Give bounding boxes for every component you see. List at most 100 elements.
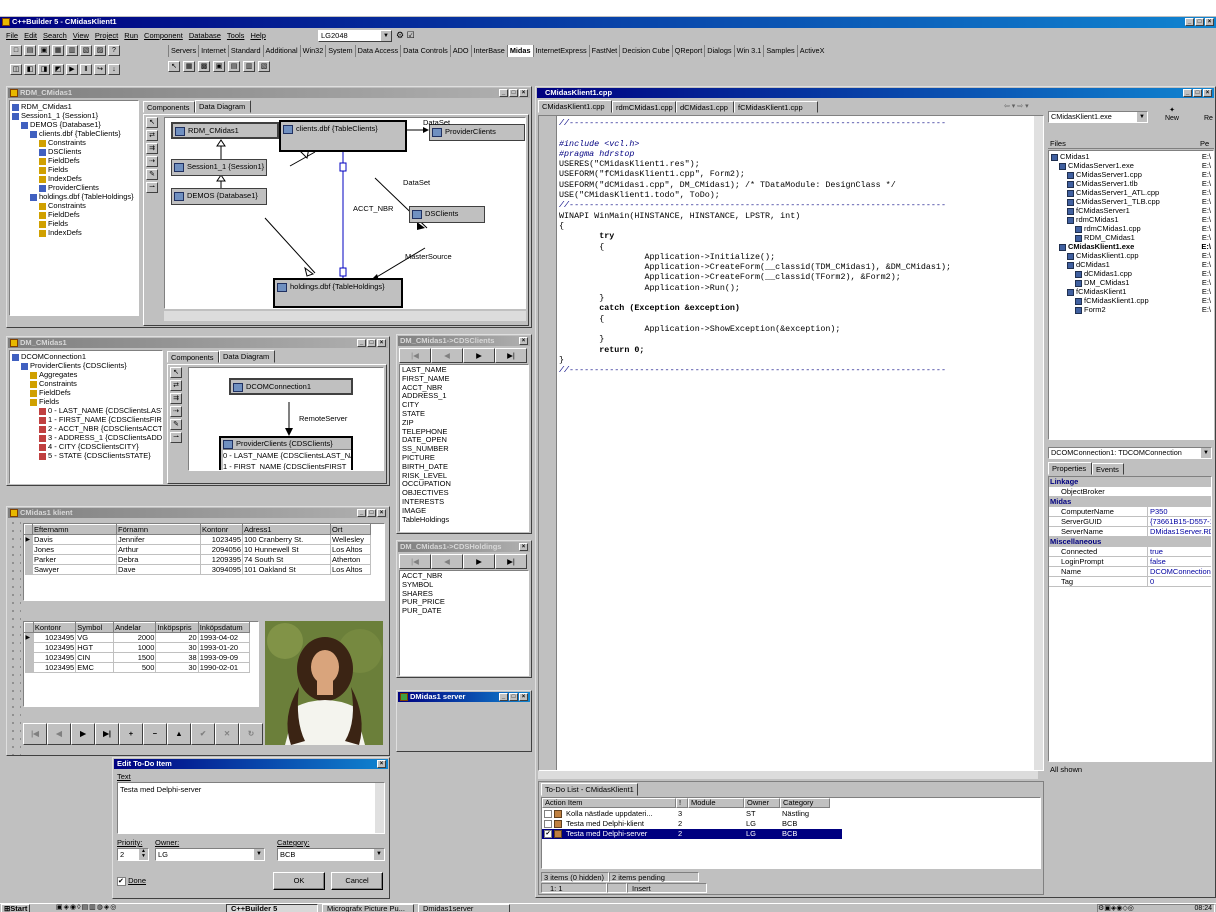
- code-text[interactable]: //--------------------------------------…: [559, 118, 951, 375]
- grid-column-header[interactable]: Symbol: [75, 622, 115, 633]
- project-node[interactable]: fCMidasKlient1.cpp E:\: [1051, 296, 1211, 305]
- grid-column-header[interactable]: Ort: [330, 524, 371, 535]
- tree-node[interactable]: Session1_1 {Session1}: [12, 111, 136, 120]
- close-button[interactable]: ×: [519, 89, 528, 97]
- project-node[interactable]: CMidasServer1.exe E:\: [1051, 161, 1211, 170]
- tab-events[interactable]: Events: [1092, 463, 1124, 475]
- taskbar-button-cbuilder[interactable]: C++Builder 5: [226, 904, 318, 912]
- ok-button[interactable]: OK: [273, 872, 325, 890]
- property-category[interactable]: Midas: [1049, 497, 1211, 507]
- tree-node[interactable]: clients.dbf {TableClients}: [12, 129, 136, 138]
- pointer-icon[interactable]: ↖: [146, 117, 158, 128]
- table-row[interactable]: 1023495 HGT 1000 30 1993-01-20: [24, 642, 251, 653]
- grid-cell[interactable]: 1023495: [33, 632, 77, 643]
- property-value[interactable]: P350: [1147, 507, 1211, 517]
- close-button[interactable]: ×: [1203, 89, 1212, 97]
- step-icon[interactable]: ↪: [94, 64, 106, 75]
- close-button[interactable]: ×: [1205, 18, 1214, 26]
- tab-rdmcmidas1-cpp[interactable]: rdmCMidas1.cpp: [612, 101, 676, 113]
- priority-spin[interactable]: 2 ▲ ▼: [117, 848, 149, 861]
- close-button[interactable]: ×: [377, 339, 386, 347]
- start-button[interactable]: ⊞Start: [1, 904, 31, 912]
- minimize-button[interactable]: _: [357, 339, 366, 347]
- grid-cell[interactable]: 10 Hunnewell St: [242, 544, 331, 555]
- field-item[interactable]: ADDRESS_1: [402, 392, 526, 401]
- toggle-icon[interactable]: ◨: [38, 64, 50, 75]
- table-row[interactable]: ▶ Davis Jennifer 1023495 100 Cranberry St. We…: [24, 534, 371, 545]
- palette-tab-qreport[interactable]: QReport: [671, 45, 705, 57]
- grid-cell[interactable]: 1209395: [200, 554, 243, 565]
- property-link-icon[interactable]: ⇄: [146, 130, 158, 141]
- project-node[interactable]: dCMidas1 E:\: [1051, 260, 1211, 269]
- grid-cell[interactable]: 2094056: [200, 544, 243, 555]
- checkbox-checked-icon[interactable]: ✔: [544, 830, 552, 838]
- dm-diagram-canvas[interactable]: DCOMConnection1 RemoteServer ProviderCli…: [188, 367, 384, 471]
- code-hscroll[interactable]: [538, 771, 1038, 779]
- minimize-button[interactable]: _: [499, 89, 508, 97]
- tree-node[interactable]: Fields: [12, 397, 160, 406]
- rdm-object-tree[interactable]: RDM_CMidas1 Session1_1 {Session1} DEMOS {D…: [9, 100, 139, 316]
- field-item[interactable]: PUR_DATE: [402, 606, 526, 616]
- open-icon[interactable]: ▤: [24, 45, 36, 56]
- rdm-box-clients[interactable]: clients.dbf {TableClients}: [279, 120, 407, 152]
- menu-item-search[interactable]: Search: [43, 29, 67, 43]
- checkbox-icon[interactable]: [544, 810, 552, 818]
- comment-icon[interactable]: ✎: [146, 169, 158, 180]
- project-node[interactable]: fCMidasServer1 E:\: [1051, 206, 1211, 215]
- grid-cell[interactable]: 30: [155, 642, 199, 653]
- grid-column-header[interactable]: Efternamn: [32, 524, 117, 535]
- pointer-icon[interactable]: ↖: [168, 61, 180, 72]
- cds-clients-field-list[interactable]: LAST_NAME FIRST_NAME ACCT_NBR ADDRESS_1 CITY…: [399, 364, 529, 532]
- nav-button-9[interactable]: ↻: [239, 723, 263, 745]
- palette-tab-samples[interactable]: Samples: [763, 45, 796, 57]
- open-project-icon[interactable]: ▥: [66, 45, 78, 56]
- inspector-combo[interactable]: DCOMConnection1: TDCOMConnection ▼: [1048, 447, 1212, 459]
- tree-node[interactable]: FieldDefs: [12, 388, 160, 397]
- grid-column-header[interactable]: Andelar: [113, 622, 157, 633]
- todo-column-header[interactable]: Module: [688, 798, 744, 808]
- project-tree[interactable]: CMidas1 E:\ CMidasServer1.exe E:\ CMidasServ…: [1048, 150, 1214, 440]
- tab-properties[interactable]: Properties: [1048, 462, 1092, 475]
- palette-tab-win32[interactable]: Win32: [299, 45, 326, 57]
- minimize-button[interactable]: _: [357, 509, 366, 517]
- tab-data-diagram[interactable]: Data Diagram: [219, 350, 275, 363]
- tree-node[interactable]: 1 - FIRST_NAME {CDSClientsFIRST_NAME}: [12, 415, 162, 424]
- grid-column-header[interactable]: Kontonr: [200, 524, 243, 535]
- project-node[interactable]: rdmCMidas1.cpp E:\: [1051, 224, 1211, 233]
- simpleobjectbroker-icon[interactable]: ▥: [243, 61, 255, 72]
- tree-node[interactable]: ProviderClients {CDSClients}: [12, 361, 160, 370]
- property-row[interactable]: Tag 0: [1049, 577, 1211, 587]
- nav-first-button[interactable]: |◀: [399, 348, 431, 363]
- todo-column-header[interactable]: !: [676, 798, 688, 808]
- tree-node[interactable]: Constraints: [12, 138, 136, 147]
- nav-prior-button[interactable]: ◀: [431, 554, 463, 569]
- property-row[interactable]: Connected true: [1049, 547, 1211, 557]
- tab-fcmidasklient1-cpp[interactable]: fCMidasKlient1.cpp: [734, 101, 818, 113]
- tree-node[interactable]: Aggregates: [12, 370, 160, 379]
- lookup-icon[interactable]: ⇢: [170, 406, 182, 417]
- grid-column-header[interactable]: Förnamn: [116, 524, 201, 535]
- new-form-icon[interactable]: ◩: [52, 64, 64, 75]
- project-node[interactable]: rdmCMidas1 E:\: [1051, 215, 1211, 224]
- config-combo[interactable]: LG2048 ▼: [318, 30, 392, 42]
- view-unit-icon[interactable]: ◫: [10, 64, 22, 75]
- tree-node[interactable]: FieldDefs: [12, 210, 136, 219]
- rdm-box-demos[interactable]: DEMOS {Database1}: [171, 188, 267, 205]
- dm-object-tree[interactable]: DCOMConnection1 ProviderClients {CDSClien…: [9, 350, 163, 484]
- project-node[interactable]: CMidasServer1_TLB.cpp E:\: [1051, 197, 1211, 206]
- field-item[interactable]: STATE: [402, 409, 526, 419]
- grid-cell[interactable]: Jennifer: [116, 534, 201, 545]
- menu-item-view[interactable]: View: [73, 29, 89, 43]
- maximize-button[interactable]: □: [1193, 89, 1202, 97]
- todo-list-tab[interactable]: To-Do List - CMidasKlient1: [541, 783, 638, 796]
- grid-cell[interactable]: 3094095: [200, 564, 243, 575]
- property-row[interactable]: ServerName DMidas1Server.RD: [1049, 527, 1211, 537]
- nav-last-button[interactable]: ▶|: [495, 554, 527, 569]
- grid-cell[interactable]: 30: [155, 662, 199, 673]
- pointer-icon[interactable]: ↖: [170, 367, 182, 378]
- tree-node[interactable]: IndexDefs: [12, 228, 136, 237]
- tree-node[interactable]: Fields: [12, 219, 136, 228]
- grid-column-header[interactable]: Inköpspris: [155, 622, 199, 633]
- palette-tab-servers[interactable]: Servers: [168, 45, 198, 57]
- grid-cell[interactable]: CIN: [75, 652, 115, 663]
